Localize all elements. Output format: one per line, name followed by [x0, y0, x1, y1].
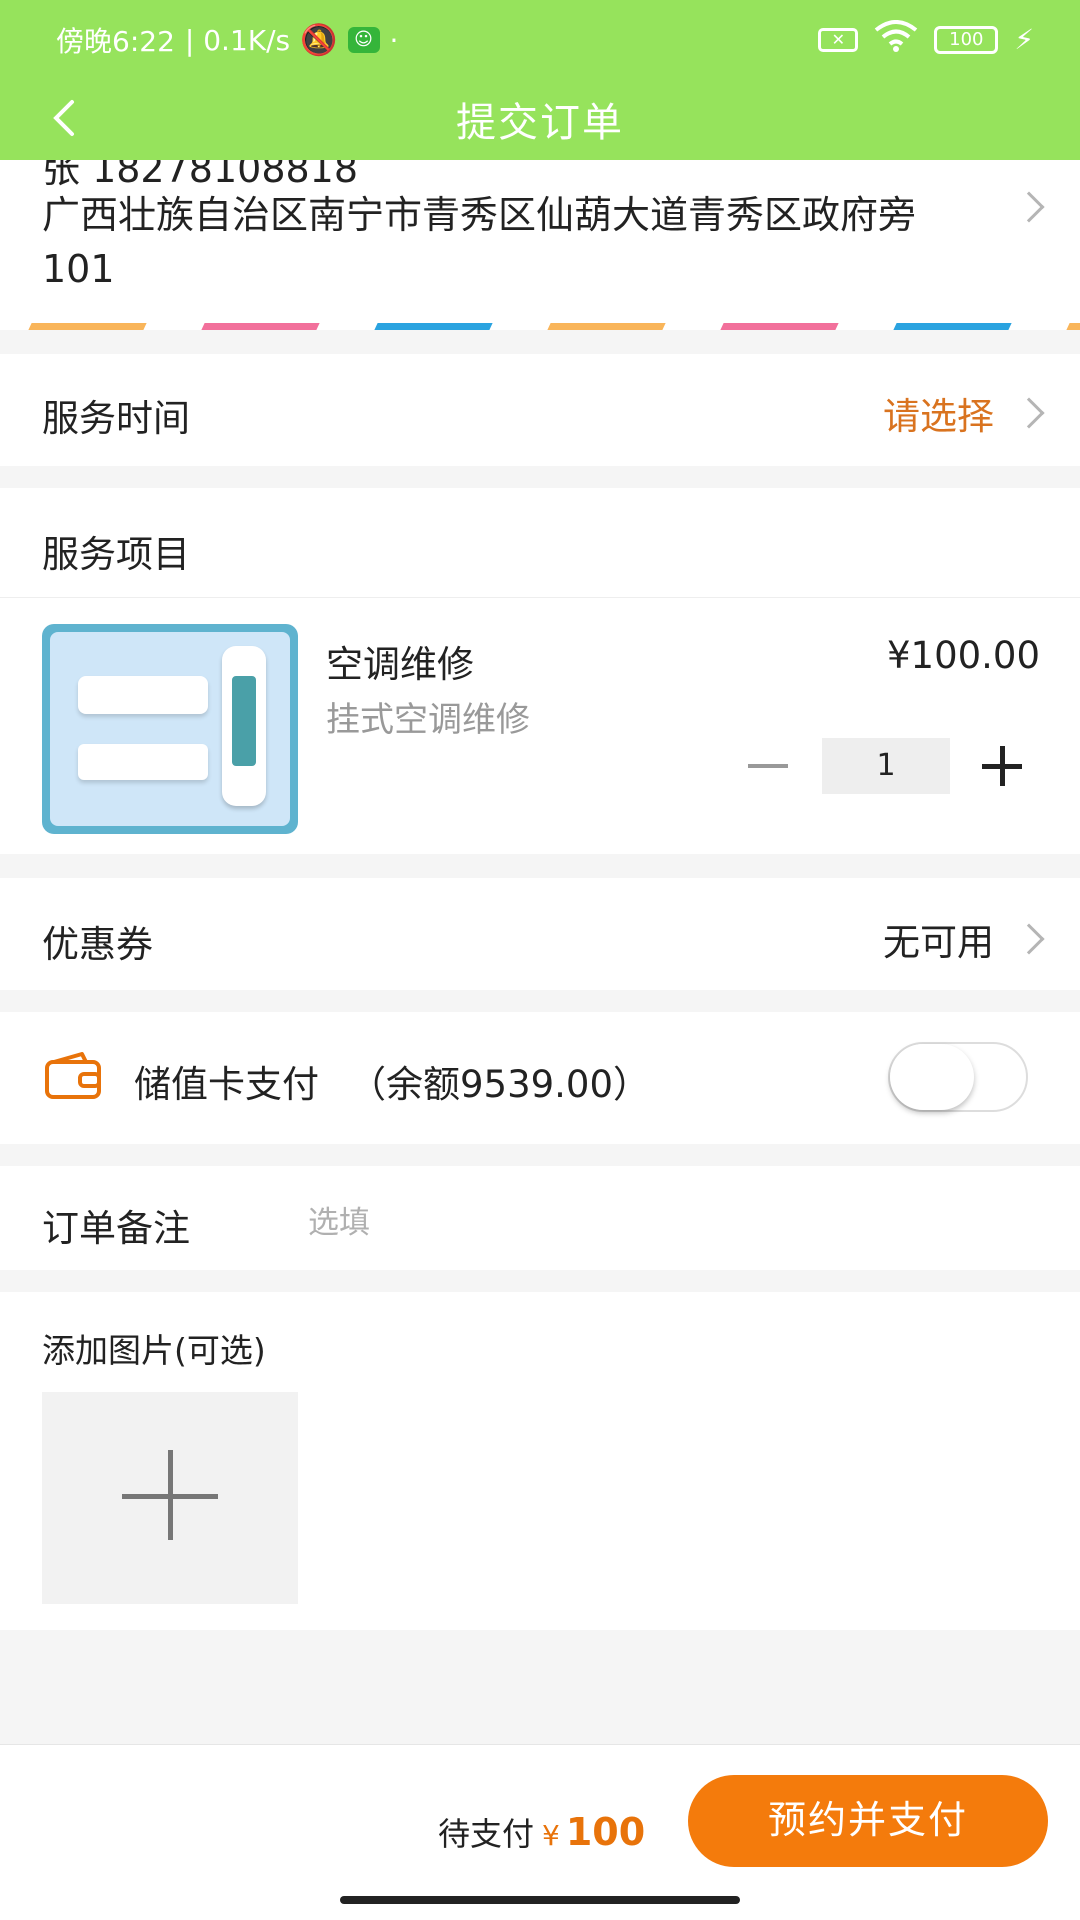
coupon-row[interactable]: 优惠券 无可用: [0, 878, 1080, 990]
book-and-pay-button[interactable]: 预约并支付: [688, 1775, 1048, 1867]
status-right: ✕ 100 ⚡: [818, 20, 1034, 59]
charging-icon: ⚡: [1014, 23, 1034, 56]
coupon-value: 无可用: [883, 921, 994, 964]
app-notification-icon: ☺: [347, 27, 380, 53]
network-speed: | 0.1K/s: [184, 23, 291, 57]
wallet-icon: [45, 1052, 101, 1099]
stored-card-balance: （余额9539.00）: [349, 1063, 651, 1106]
remark-input[interactable]: [308, 1198, 1008, 1248]
amount-due: 待支付 ¥ 100: [438, 1809, 645, 1855]
status-left: 傍晚6:22 | 0.1K/s 🔕 ☺ ·: [56, 20, 398, 60]
status-bar: 傍晚6:22 | 0.1K/s 🔕 ☺ · ✕ 100 ⚡: [0, 0, 1080, 78]
address-stripe: [0, 323, 1080, 330]
no-sim-icon: ✕: [818, 27, 859, 52]
chevron-right-icon: [1013, 923, 1045, 955]
page-title: 提交订单: [456, 100, 624, 146]
quantity-value[interactable]: 1: [822, 738, 950, 794]
stored-card-toggle[interactable]: [888, 1042, 1028, 1112]
item-subtitle: 挂式空调维修: [326, 700, 530, 740]
quantity-stepper: 1: [738, 738, 1030, 794]
nav-bar: 提交订单: [0, 78, 1080, 160]
mute-bell-icon: 🔕: [300, 22, 338, 58]
remark-label: 订单备注: [42, 1207, 190, 1250]
service-time-value-group: 请选择: [883, 386, 1045, 440]
stored-card-label: 储值卡支付: [134, 1063, 319, 1106]
battery-indicator: 100: [934, 25, 999, 54]
wifi-icon: [874, 20, 918, 59]
service-items-title: 服务项目: [42, 533, 190, 576]
status-dot: ·: [389, 23, 399, 57]
home-indicator[interactable]: [340, 1896, 740, 1904]
address-card[interactable]: 张 18278108818 广西壮族自治区南宁市青秀区仙葫大道青秀区政府旁101: [0, 160, 1080, 330]
add-photo-label: 添加图片(可选): [42, 1331, 266, 1370]
increase-quantity-button[interactable]: [974, 738, 1030, 794]
item-title: 空调维修: [326, 643, 474, 686]
air-conditioner-thumbnail: [42, 624, 298, 834]
remark-row: 订单备注: [0, 1166, 1080, 1270]
coupon-label: 优惠券: [42, 923, 153, 966]
chevron-right-icon: [1013, 397, 1045, 429]
photo-section: 添加图片(可选): [0, 1292, 1080, 1630]
service-time-row[interactable]: 服务时间 请选择: [0, 354, 1080, 466]
pending-label: 待支付: [438, 1815, 535, 1853]
coupon-value-group: 无可用: [883, 912, 1045, 966]
app-header: 傍晚6:22 | 0.1K/s 🔕 ☺ · ✕ 100 ⚡ 提交订单: [0, 0, 1080, 160]
status-time: 傍晚6:22: [56, 25, 175, 58]
add-photo-button[interactable]: [42, 1392, 298, 1604]
amount-value: 100: [565, 1810, 646, 1854]
currency-symbol: ¥: [542, 1819, 560, 1852]
stored-card-text: 储值卡支付 （余额9539.00）: [134, 1054, 650, 1108]
service-item: 空调维修 挂式空调维修 ¥100.00 1: [0, 598, 1080, 854]
service-time-label: 服务时间: [42, 397, 190, 440]
address-text: 广西壮族自治区南宁市青秀区仙葫大道青秀区政府旁101: [42, 193, 917, 291]
decrease-quantity-button[interactable]: [738, 738, 798, 794]
service-items-header: 服务项目: [0, 488, 1080, 598]
stored-card-row: 储值卡支付 （余额9539.00）: [0, 1012, 1080, 1144]
checkout-bar: 待支付 ¥ 100 预约并支付: [0, 1744, 1080, 1920]
chevron-right-icon: [1013, 191, 1045, 223]
service-time-value: 请选择: [883, 395, 994, 438]
item-price: ¥100.00: [886, 634, 1040, 677]
